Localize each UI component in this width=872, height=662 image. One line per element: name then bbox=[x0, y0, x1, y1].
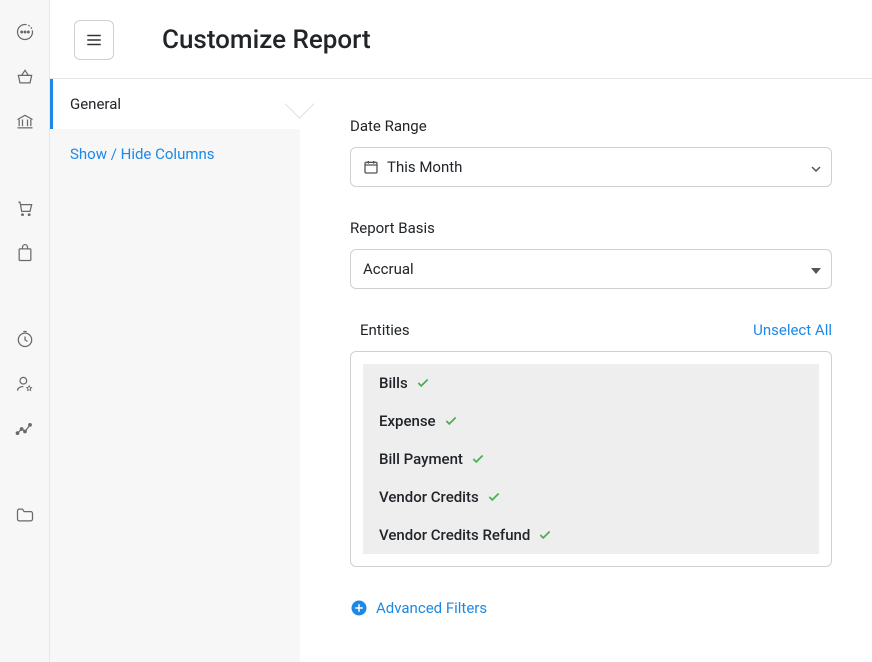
report-basis-select[interactable]: Accrual bbox=[350, 249, 832, 289]
entity-label: Vendor Credits Refund bbox=[379, 526, 530, 544]
advanced-filters-label: Advanced Filters bbox=[376, 599, 487, 617]
clock-icon[interactable] bbox=[15, 329, 35, 349]
icon-rail bbox=[0, 0, 50, 662]
entity-item-expense[interactable]: Expense bbox=[363, 402, 819, 440]
date-range-value: This Month bbox=[387, 158, 462, 176]
check-icon bbox=[538, 528, 552, 542]
sidebar-tab-label: General bbox=[70, 95, 121, 113]
bank-icon[interactable] bbox=[15, 112, 35, 132]
date-range-select[interactable]: This Month bbox=[350, 147, 832, 187]
report-basis-value: Accrual bbox=[363, 260, 414, 278]
form-panel: Date Range This Month Report Basis Accru… bbox=[300, 79, 872, 662]
check-icon bbox=[471, 452, 485, 466]
calendar-icon bbox=[363, 159, 379, 175]
entity-label: Expense bbox=[379, 412, 436, 430]
entity-label: Bill Payment bbox=[379, 450, 463, 468]
entity-item-bills[interactable]: Bills bbox=[363, 364, 819, 402]
analytics-icon[interactable] bbox=[15, 419, 35, 439]
unselect-all-button[interactable]: Unselect All bbox=[753, 321, 832, 339]
sidebar-tab-columns[interactable]: Show / Hide Columns bbox=[50, 129, 300, 179]
check-icon bbox=[487, 490, 501, 504]
hamburger-icon bbox=[85, 31, 103, 49]
entity-item-vendor-credits-refund[interactable]: Vendor Credits Refund bbox=[363, 516, 819, 554]
advanced-filters-button[interactable]: Advanced Filters bbox=[350, 599, 487, 617]
page-header: Customize Report bbox=[50, 0, 872, 79]
caret-down-icon bbox=[811, 260, 821, 278]
bag-icon[interactable] bbox=[15, 243, 35, 263]
entities-label: Entities bbox=[360, 321, 410, 339]
check-icon bbox=[444, 414, 458, 428]
sidebar-tab-label: Show / Hide Columns bbox=[70, 145, 215, 163]
dashboard-icon[interactable] bbox=[15, 22, 35, 42]
entity-label: Vendor Credits bbox=[379, 488, 479, 506]
menu-toggle-button[interactable] bbox=[74, 20, 114, 60]
folder-icon[interactable] bbox=[15, 505, 35, 525]
sidebar: General Show / Hide Columns bbox=[50, 79, 300, 662]
check-icon bbox=[416, 376, 430, 390]
entities-box: Bills Expense Bill Payment Vendor C bbox=[350, 351, 832, 567]
chevron-down-icon bbox=[811, 158, 821, 176]
basket-icon[interactable] bbox=[15, 67, 35, 87]
date-range-label: Date Range bbox=[350, 117, 832, 135]
report-basis-label: Report Basis bbox=[350, 219, 832, 237]
contact-star-icon[interactable] bbox=[15, 374, 35, 394]
entity-label: Bills bbox=[379, 374, 408, 392]
page-title: Customize Report bbox=[162, 25, 371, 55]
entity-item-bill-payment[interactable]: Bill Payment bbox=[363, 440, 819, 478]
entity-item-vendor-credits[interactable]: Vendor Credits bbox=[363, 478, 819, 516]
cart-icon[interactable] bbox=[15, 198, 35, 218]
sidebar-tab-general[interactable]: General bbox=[50, 79, 300, 129]
plus-circle-icon bbox=[350, 599, 368, 617]
